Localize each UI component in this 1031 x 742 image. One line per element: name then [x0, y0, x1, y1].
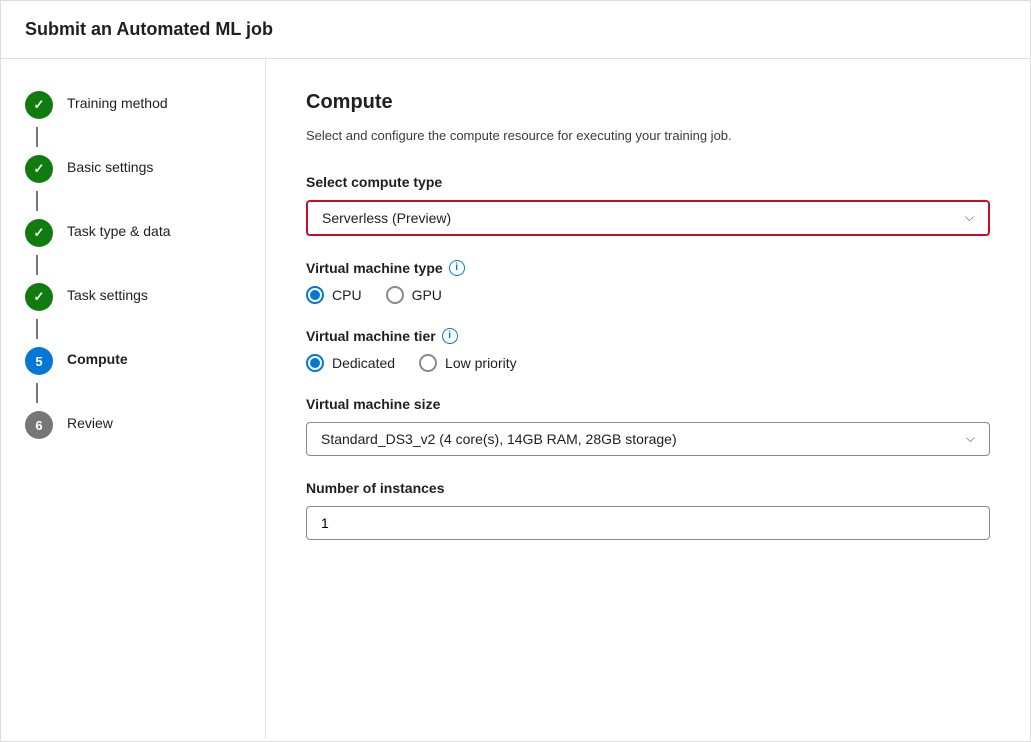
sidebar-item-task-settings[interactable]: ✓ Task settings: [1, 275, 265, 319]
app-window: Submit an Automated ML job ✓ Training me…: [0, 0, 1031, 742]
sidebar-item-basic-settings[interactable]: ✓ Basic settings: [1, 147, 265, 191]
section-title: Compute: [306, 91, 990, 114]
step-connector-1: [36, 127, 38, 147]
vm-type-cpu-option[interactable]: CPU: [306, 286, 362, 304]
cpu-radio-label: CPU: [332, 287, 362, 303]
sidebar: ✓ Training method ✓ Basic settings ✓ Tas…: [1, 59, 266, 739]
step-icon-training-method: ✓: [25, 91, 53, 119]
step-icon-task-type-data: ✓: [25, 219, 53, 247]
vm-size-chevron-icon: ⌵: [966, 431, 975, 446]
cpu-radio-inner: [310, 290, 320, 300]
low-priority-radio-label: Low priority: [445, 355, 517, 371]
step-number-review: 6: [35, 418, 42, 433]
main-content: Compute Select and configure the compute…: [266, 59, 1030, 739]
checkmark-icon: ✓: [34, 97, 45, 113]
vm-tier-info-icon[interactable]: i: [442, 328, 458, 344]
num-instances-group: Number of instances: [306, 480, 990, 540]
title-bar: Submit an Automated ML job: [1, 1, 1030, 59]
compute-type-value: Serverless (Preview): [322, 210, 451, 226]
step-connector-2: [36, 191, 38, 211]
checkmark-icon-2: ✓: [34, 161, 45, 177]
sidebar-item-task-type-data[interactable]: ✓ Task type & data: [1, 211, 265, 255]
gpu-radio-label: GPU: [412, 287, 442, 303]
step-label-basic-settings: Basic settings: [67, 155, 153, 175]
vm-type-group: Virtual machine type i CPU GPU: [306, 260, 990, 304]
compute-type-label: Select compute type: [306, 174, 990, 190]
checkmark-icon-4: ✓: [34, 289, 45, 305]
num-instances-label: Number of instances: [306, 480, 990, 496]
vm-tier-low-priority-option[interactable]: Low priority: [419, 354, 517, 372]
step-label-task-type-data: Task type & data: [67, 219, 171, 239]
step-connector-4: [36, 319, 38, 339]
dedicated-radio-inner: [310, 358, 320, 368]
vm-tier-dedicated-option[interactable]: Dedicated: [306, 354, 395, 372]
sidebar-item-training-method[interactable]: ✓ Training method: [1, 83, 265, 127]
vm-size-value: Standard_DS3_v2 (4 core(s), 14GB RAM, 28…: [321, 431, 677, 447]
step-icon-review: 6: [25, 411, 53, 439]
step-icon-compute: 5: [25, 347, 53, 375]
num-instances-input[interactable]: [306, 506, 990, 540]
step-icon-basic-settings: ✓: [25, 155, 53, 183]
step-label-compute: Compute: [67, 347, 128, 367]
step-label-review: Review: [67, 411, 113, 431]
step-number-compute: 5: [35, 354, 42, 369]
dedicated-radio-label: Dedicated: [332, 355, 395, 371]
sidebar-item-review[interactable]: 6 Review: [1, 403, 265, 447]
step-icon-task-settings: ✓: [25, 283, 53, 311]
vm-tier-label: Virtual machine tier i: [306, 328, 990, 344]
checkmark-icon-3: ✓: [34, 225, 45, 241]
section-description: Select and configure the compute resourc…: [306, 126, 990, 146]
cpu-radio-button[interactable]: [306, 286, 324, 304]
vm-type-gpu-option[interactable]: GPU: [386, 286, 442, 304]
sidebar-item-compute[interactable]: 5 Compute: [1, 339, 265, 383]
vm-tier-group: Virtual machine tier i Dedicated Low pr: [306, 328, 990, 372]
vm-size-label: Virtual machine size: [306, 396, 990, 412]
compute-type-group: Select compute type Serverless (Preview)…: [306, 174, 990, 236]
step-label-task-settings: Task settings: [67, 283, 148, 303]
vm-size-group: Virtual machine size Standard_DS3_v2 (4 …: [306, 396, 990, 456]
chevron-down-icon: ⌵: [965, 210, 974, 225]
vm-size-select[interactable]: Standard_DS3_v2 (4 core(s), 14GB RAM, 28…: [306, 422, 990, 456]
window-title: Submit an Automated ML job: [25, 19, 273, 39]
low-priority-radio-button[interactable]: [419, 354, 437, 372]
vm-type-info-icon[interactable]: i: [449, 260, 465, 276]
step-connector-5: [36, 383, 38, 403]
dedicated-radio-button[interactable]: [306, 354, 324, 372]
compute-type-select[interactable]: Serverless (Preview) ⌵: [306, 200, 990, 236]
vm-type-radio-group: CPU GPU: [306, 286, 990, 304]
vm-tier-radio-group: Dedicated Low priority: [306, 354, 990, 372]
vm-type-label: Virtual machine type i: [306, 260, 990, 276]
step-connector-3: [36, 255, 38, 275]
gpu-radio-button[interactable]: [386, 286, 404, 304]
step-label-training-method: Training method: [67, 91, 168, 111]
